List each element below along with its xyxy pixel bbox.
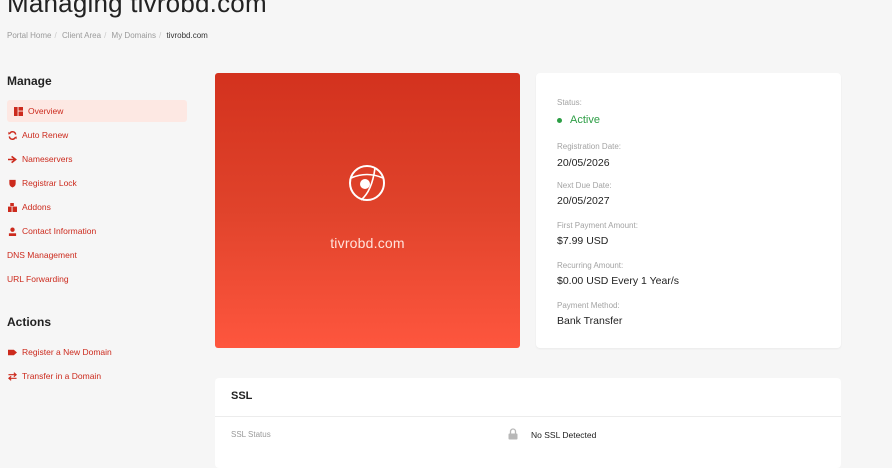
sidebar-item-addons[interactable]: Addons (7, 196, 187, 218)
sidebar-item-label: Transfer in a Domain (22, 371, 102, 381)
first-payment-value: $7.99 USD (557, 235, 609, 247)
shield-icon (7, 178, 17, 188)
sidebar-item-label: DNS Management (7, 250, 77, 260)
dashboard-icon (13, 106, 23, 116)
domain-hero-card: tivrobd.com (215, 73, 520, 348)
status-value: Active (570, 114, 600, 126)
registration-date-label: Registration Date: (557, 142, 622, 151)
cubes-icon (7, 202, 17, 212)
user-icon (7, 226, 17, 236)
tag-icon (7, 347, 17, 357)
globe-icon (349, 165, 385, 201)
status-dot-icon (557, 117, 562, 123)
sidebar-item-label: Registrar Lock (22, 178, 77, 188)
sidebar-item-label: Nameservers (22, 154, 73, 164)
sidebar-item-label: Addons (22, 202, 51, 212)
sidebar-item-transfer-domain[interactable]: Transfer in a Domain (7, 365, 187, 387)
ssl-title: SSL (231, 390, 253, 402)
status-label: Status: (557, 98, 582, 107)
actions-heading: Actions (7, 315, 52, 329)
recurring-amount-label: Recurring Amount: (557, 261, 624, 270)
next-due-date-label: Next Due Date: (557, 181, 612, 190)
sidebar-item-register-domain[interactable]: Register a New Domain (7, 341, 187, 363)
next-due-date-value: 20/05/2027 (557, 195, 610, 207)
domain-info-card: Status: Active Registration Date: 20/05/… (536, 73, 841, 348)
breadcrumb-my-domains[interactable]: My Domains (112, 31, 156, 40)
sidebar-item-registrar-lock[interactable]: Registrar Lock (7, 172, 187, 194)
sidebar-item-label: Contact Information (22, 226, 97, 236)
refresh-icon (7, 130, 17, 140)
payment-method-label: Payment Method: (557, 301, 620, 310)
breadcrumb-client-area[interactable]: Client Area (62, 31, 101, 40)
ssl-status-label: SSL Status (231, 430, 271, 439)
lock-icon (508, 428, 518, 440)
page-title: Managing tivrobd.com (7, 0, 267, 18)
sidebar-item-label: Auto Renew (22, 130, 69, 140)
sidebar-item-overview[interactable]: Overview (7, 100, 187, 122)
exchange-icon (7, 371, 17, 381)
sidebar-item-contact-information[interactable]: Contact Information (7, 220, 187, 242)
sidebar-item-label: Overview (28, 106, 64, 116)
payment-method-value: Bank Transfer (557, 315, 623, 327)
ssl-divider (215, 416, 841, 417)
first-payment-label: First Payment Amount: (557, 221, 638, 230)
breadcrumb-current: tivrobd.com (166, 31, 208, 40)
ssl-status-value: No SSL Detected (531, 430, 597, 440)
status-badge: Active (557, 114, 600, 126)
sidebar-item-label: URL Forwarding (7, 274, 69, 284)
sidebar-item-nameservers[interactable]: Nameservers (7, 148, 187, 170)
sidebar-item-url-forwarding[interactable]: URL Forwarding (7, 268, 187, 290)
sidebar-item-dns-management[interactable]: DNS Management (7, 244, 187, 266)
hero-domain-name: tivrobd.com (330, 235, 405, 251)
breadcrumb: Portal Home / Client Area / My Domains / ti… (7, 31, 208, 40)
breadcrumb-portal-home[interactable]: Portal Home (7, 31, 51, 40)
sidebar-item-label: Register a New Domain (22, 347, 112, 357)
manage-heading: Manage (7, 74, 52, 88)
recurring-amount-value: $0.00 USD Every 1 Year/s (557, 275, 679, 287)
sidebar-item-auto-renew[interactable]: Auto Renew (7, 124, 187, 146)
arrow-right-icon (7, 154, 17, 164)
registration-date-value: 20/05/2026 (557, 157, 610, 169)
